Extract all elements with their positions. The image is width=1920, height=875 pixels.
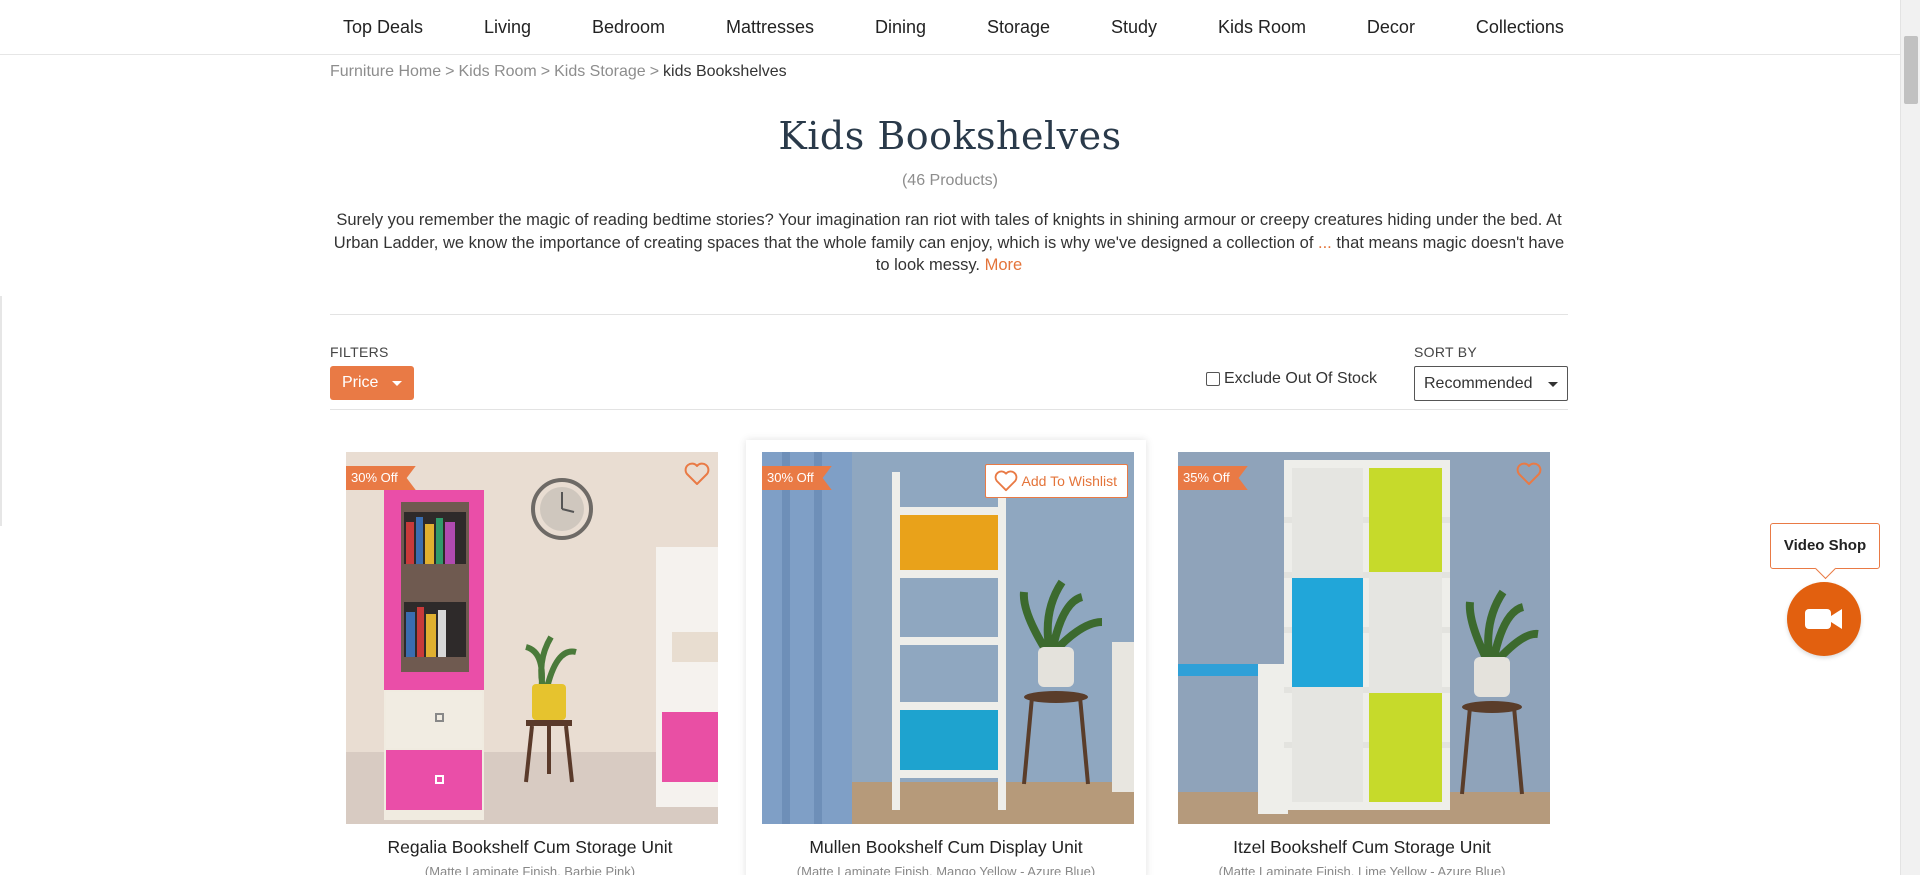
- heart-icon: [994, 470, 1017, 492]
- product-image-bookshelf-pink: [346, 452, 718, 824]
- product-variant: (Matte Laminate Finish, Lime Yellow - Az…: [1218, 864, 1506, 875]
- nav-item-kids-room[interactable]: Kids Room: [1206, 17, 1318, 38]
- product-image[interactable]: 30% Off Add To Wishlist: [762, 452, 1134, 824]
- product-image[interactable]: 30% Off: [346, 452, 718, 824]
- price-filter-button[interactable]: Price: [330, 366, 414, 400]
- left-edge-tab: [0, 296, 2, 526]
- nav-item-storage[interactable]: Storage: [975, 17, 1062, 38]
- breadcrumb-link-furniture-home[interactable]: Furniture Home: [330, 63, 441, 80]
- discount-badge: 30% Off: [346, 466, 416, 490]
- breadcrumb-separator: >: [649, 63, 660, 80]
- add-to-wishlist-label: Add To Wishlist: [1021, 473, 1117, 489]
- product-count: (46 Products): [901, 172, 999, 189]
- sort-label: SORT BY: [1414, 344, 1478, 360]
- product-variant: (Matte Laminate Finish, Barbie Pink): [424, 864, 636, 875]
- nav-item-top-deals[interactable]: Top Deals: [331, 17, 435, 38]
- nav-item-living[interactable]: Living: [472, 17, 543, 38]
- video-shop-tooltip[interactable]: Video Shop: [1770, 523, 1880, 569]
- sort-select[interactable]: Recommended: [1414, 366, 1568, 401]
- filters-label: FILTERS: [330, 344, 389, 360]
- product-image-bookshelf-yellow-blue: [762, 452, 1134, 824]
- wishlist-heart-icon[interactable]: [684, 462, 710, 486]
- wishlist-heart-icon[interactable]: [1516, 462, 1542, 486]
- top-navigation: Top Deals Living Bedroom Mattresses Dini…: [0, 0, 1900, 55]
- product-variant: (Matte Laminate Finish, Mango Yellow - A…: [796, 864, 1096, 875]
- discount-badge: 35% Off: [1178, 466, 1248, 490]
- exclude-out-of-stock-label: Exclude Out Of Stock: [1224, 370, 1377, 387]
- breadcrumb-current: kids Bookshelves: [663, 63, 787, 80]
- product-card[interactable]: 30% Off Regalia Bookshelf Cum Storage Un…: [330, 440, 730, 875]
- nav-item-bedroom[interactable]: Bedroom: [580, 17, 677, 38]
- breadcrumb-link-kids-room[interactable]: Kids Room: [459, 63, 537, 80]
- product-image-bookshelf-lime-blue: [1178, 452, 1550, 824]
- product-name[interactable]: Mullen Bookshelf Cum Display Unit: [746, 837, 1146, 858]
- video-shop-button[interactable]: [1787, 582, 1861, 656]
- product-image[interactable]: 35% Off: [1178, 452, 1550, 824]
- divider: [330, 314, 1568, 315]
- divider: [330, 409, 1568, 410]
- nav-item-study[interactable]: Study: [1099, 17, 1169, 38]
- sort-selected-value: Recommended: [1424, 374, 1533, 392]
- product-name[interactable]: Regalia Bookshelf Cum Storage Unit: [330, 837, 730, 858]
- caret-down-icon: [392, 381, 402, 386]
- read-more-link[interactable]: More: [985, 256, 1023, 274]
- product-name[interactable]: Itzel Bookshelf Cum Storage Unit: [1162, 837, 1562, 858]
- product-card[interactable]: 30% Off Add To Wishlist Mullen Bookshelf…: [746, 440, 1146, 875]
- discount-badge: 30% Off: [762, 466, 832, 490]
- caret-down-icon: [1548, 382, 1558, 387]
- exclude-out-of-stock-checkbox[interactable]: [1206, 372, 1220, 386]
- breadcrumb-separator: >: [540, 63, 551, 80]
- add-to-wishlist-button[interactable]: Add To Wishlist: [984, 464, 1128, 498]
- scrollbar-thumb[interactable]: [1904, 36, 1918, 104]
- nav-item-collections[interactable]: Collections: [1464, 17, 1576, 38]
- product-card[interactable]: 35% Off Itzel Bookshelf Cum Storage Unit…: [1162, 440, 1562, 875]
- price-filter-label: Price: [342, 374, 379, 391]
- page-scrollbar[interactable]: [1900, 0, 1920, 875]
- breadcrumb: Furniture Home > Kids Room > Kids Storage > ki…: [330, 63, 787, 81]
- breadcrumb-separator: >: [445, 63, 455, 80]
- exclude-out-of-stock-toggle[interactable]: Exclude Out Of Stock: [1206, 370, 1377, 388]
- nav-item-decor[interactable]: Decor: [1355, 17, 1427, 38]
- nav-menu: Top Deals Living Bedroom Mattresses Dini…: [331, 0, 1576, 55]
- nav-item-dining[interactable]: Dining: [863, 17, 938, 38]
- category-description: Surely you remember the magic of reading…: [330, 209, 1568, 277]
- description-ellipsis[interactable]: ...: [1318, 234, 1332, 252]
- video-camera-icon: [1805, 609, 1842, 629]
- breadcrumb-link-kids-storage[interactable]: Kids Storage: [554, 63, 646, 80]
- page-title: Kids Bookshelves: [778, 114, 1122, 158]
- nav-item-mattresses[interactable]: Mattresses: [714, 17, 826, 38]
